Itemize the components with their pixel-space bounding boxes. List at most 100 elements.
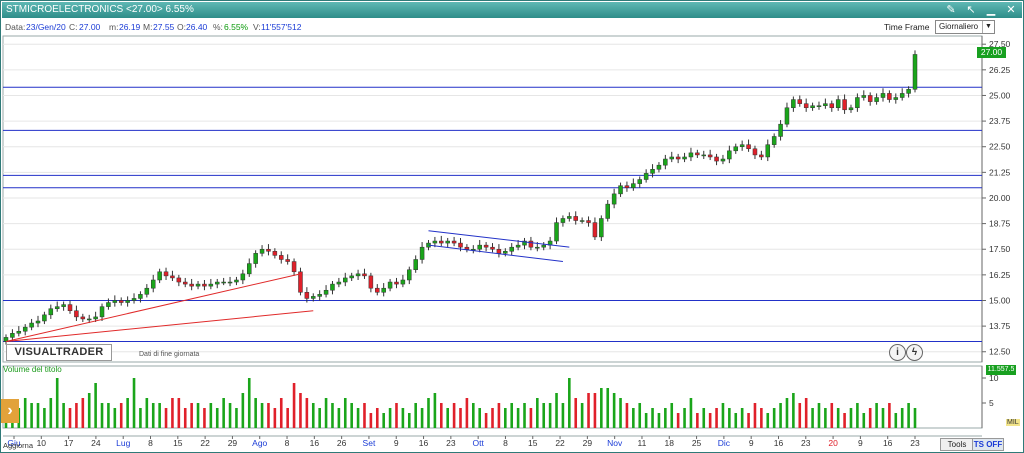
candle-body[interactable] bbox=[323, 289, 329, 295]
candle-body[interactable] bbox=[74, 310, 79, 318]
candle-body[interactable] bbox=[541, 244, 546, 248]
candle-body[interactable] bbox=[778, 123, 783, 137]
candle-body[interactable] bbox=[535, 246, 540, 249]
candle-body[interactable] bbox=[496, 248, 502, 254]
volume-bar[interactable] bbox=[62, 403, 65, 428]
volume-bar[interactable] bbox=[203, 408, 206, 428]
volume-bar[interactable] bbox=[504, 408, 507, 428]
volume-bar[interactable] bbox=[395, 403, 398, 428]
candle-body[interactable] bbox=[855, 97, 860, 109]
candle-body[interactable] bbox=[784, 107, 790, 125]
volume-bar[interactable] bbox=[497, 403, 501, 428]
candle-body[interactable] bbox=[592, 222, 598, 238]
candle-body[interactable] bbox=[99, 306, 105, 318]
volume-bar[interactable] bbox=[363, 403, 366, 428]
candle-body[interactable] bbox=[791, 99, 796, 109]
volume-bar[interactable] bbox=[580, 403, 584, 428]
volume-bar[interactable] bbox=[644, 413, 648, 428]
volume-bar[interactable] bbox=[100, 403, 104, 428]
candle-body[interactable] bbox=[118, 300, 124, 303]
candle-body[interactable] bbox=[701, 154, 707, 157]
volume-bar[interactable] bbox=[529, 408, 533, 428]
volume-bar[interactable] bbox=[600, 388, 603, 428]
candle-body[interactable] bbox=[16, 330, 22, 334]
candle-body[interactable] bbox=[765, 144, 771, 158]
candle-body[interactable] bbox=[349, 275, 354, 279]
volume-bar[interactable] bbox=[830, 403, 834, 428]
volume-bar[interactable] bbox=[43, 408, 46, 428]
candle-body[interactable] bbox=[810, 105, 815, 109]
candle-body[interactable] bbox=[631, 183, 636, 188]
candle-body[interactable] bbox=[106, 302, 111, 307]
volume-bar[interactable] bbox=[119, 403, 123, 428]
candle-body[interactable] bbox=[48, 308, 54, 316]
candle-body[interactable] bbox=[695, 152, 700, 156]
tools-button[interactable]: Tools bbox=[940, 438, 974, 451]
volume-bar[interactable] bbox=[139, 408, 142, 428]
candle-body[interactable] bbox=[803, 103, 809, 109]
volume-bar[interactable] bbox=[286, 408, 289, 428]
candle-body[interactable] bbox=[195, 283, 201, 287]
volume-bar[interactable] bbox=[779, 403, 782, 428]
volume-bar[interactable] bbox=[625, 403, 629, 428]
candle-body[interactable] bbox=[247, 263, 252, 275]
volume-bar[interactable] bbox=[107, 403, 110, 428]
volume-bar[interactable] bbox=[785, 398, 789, 428]
candle-body[interactable] bbox=[150, 279, 156, 289]
candle-body[interactable] bbox=[10, 333, 15, 338]
candle-body[interactable] bbox=[637, 179, 642, 184]
volume-bar[interactable] bbox=[881, 408, 885, 428]
candle-body[interactable] bbox=[279, 255, 284, 260]
candle-body[interactable] bbox=[707, 154, 713, 158]
volume-bar[interactable] bbox=[523, 403, 526, 428]
volume-bar[interactable] bbox=[465, 398, 469, 428]
volume-bar[interactable] bbox=[849, 408, 853, 428]
candle-body[interactable] bbox=[234, 279, 239, 283]
volume-bar[interactable] bbox=[804, 398, 808, 428]
volume-bar[interactable] bbox=[766, 413, 770, 428]
ts-off-button[interactable]: TS OFF bbox=[972, 438, 1004, 451]
candle-body[interactable] bbox=[394, 281, 399, 285]
volume-bar[interactable] bbox=[740, 408, 744, 428]
candle-body[interactable] bbox=[298, 271, 303, 293]
volume-bar[interactable] bbox=[619, 398, 622, 428]
candle-body[interactable] bbox=[67, 304, 73, 311]
candle-body[interactable] bbox=[797, 99, 803, 104]
candle-body[interactable] bbox=[887, 93, 892, 100]
volume-bar[interactable] bbox=[292, 383, 296, 428]
volume-bar[interactable] bbox=[177, 398, 181, 428]
volume-bar[interactable] bbox=[875, 403, 878, 428]
candle-body[interactable] bbox=[336, 281, 342, 285]
volume-bar[interactable] bbox=[516, 408, 520, 428]
candle-body[interactable] bbox=[138, 294, 143, 299]
candle-body[interactable] bbox=[490, 246, 495, 250]
volume-bar[interactable] bbox=[222, 398, 225, 428]
candle-body[interactable] bbox=[291, 261, 297, 273]
volume-bar[interactable] bbox=[753, 403, 757, 428]
candle-body[interactable] bbox=[144, 287, 150, 295]
candle-body[interactable] bbox=[599, 218, 604, 238]
candle-body[interactable] bbox=[445, 240, 450, 244]
volume-bar[interactable] bbox=[279, 398, 283, 428]
candle-body[interactable] bbox=[375, 287, 380, 293]
candle-body[interactable] bbox=[848, 107, 854, 111]
candle-body[interactable] bbox=[381, 287, 386, 293]
volume-bar[interactable] bbox=[555, 393, 558, 428]
candle-body[interactable] bbox=[573, 216, 578, 221]
candle-body[interactable] bbox=[733, 146, 739, 152]
candle-body[interactable] bbox=[746, 144, 751, 150]
candle-body[interactable] bbox=[451, 240, 457, 244]
candle-body[interactable] bbox=[867, 95, 873, 102]
volume-bar[interactable] bbox=[318, 408, 321, 428]
price-chart[interactable]: 27.5026.2525.0023.7522.5021.2520.0018.75… bbox=[0, 0, 1024, 453]
volume-bar[interactable] bbox=[657, 413, 661, 428]
volume-bar[interactable] bbox=[792, 393, 795, 428]
candle-body[interactable] bbox=[835, 99, 841, 109]
volume-bar[interactable] bbox=[299, 393, 302, 428]
volume-bar[interactable] bbox=[235, 408, 238, 428]
volume-bar[interactable] bbox=[772, 408, 776, 428]
candle-body[interactable] bbox=[893, 97, 899, 100]
candle-body[interactable] bbox=[771, 136, 777, 145]
candle-body[interactable] bbox=[311, 296, 316, 299]
candle-body[interactable] bbox=[22, 326, 28, 332]
